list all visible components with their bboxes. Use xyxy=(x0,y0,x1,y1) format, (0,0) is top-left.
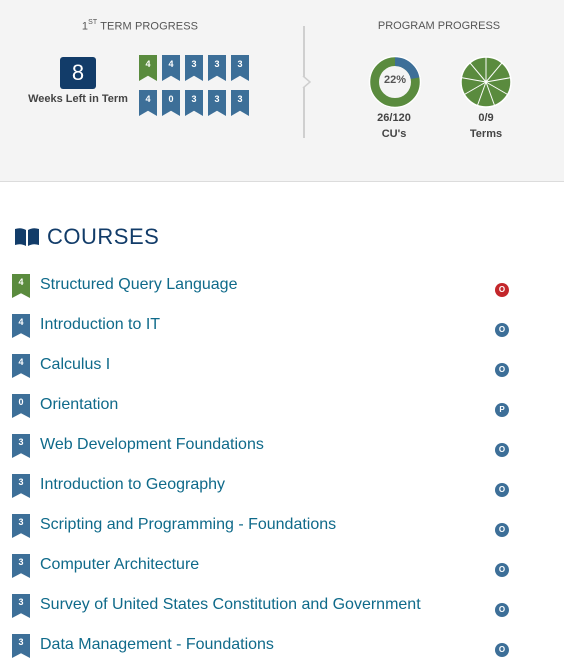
course-row[interactable]: 3 Scripting and Programming - Foundations… xyxy=(0,514,564,554)
course-cu-flag: 4 xyxy=(12,274,30,298)
course-link[interactable]: Calculus I xyxy=(40,356,110,374)
course-link[interactable]: Introduction to IT xyxy=(40,316,160,334)
course-cu-flag: 3 xyxy=(12,434,30,458)
term-course-flag: 4 xyxy=(139,90,157,116)
courses-header: COURSES xyxy=(14,222,159,252)
progress-panel: 1ST TERM PROGRESS 8 Weeks Left in Term 4… xyxy=(0,0,564,182)
divider-chevron-icon xyxy=(302,76,312,88)
weeks-left-label: Weeks Left in Term xyxy=(28,93,128,105)
course-status-badge: O xyxy=(495,643,509,657)
term-course-flag: 3 xyxy=(208,55,226,81)
term-progress-title: 1ST TERM PROGRESS xyxy=(81,19,199,33)
term-course-flag: 3 xyxy=(185,55,203,81)
course-row[interactable]: 3 Web Development Foundations O xyxy=(0,434,564,474)
course-status-badge: O xyxy=(495,563,509,577)
cu-progress-value: 26/120 xyxy=(377,112,411,124)
course-status-badge: O xyxy=(495,523,509,537)
course-row[interactable]: 4 Structured Query Language O xyxy=(0,274,564,314)
course-status-badge: P xyxy=(495,403,509,417)
course-cu-flag: 4 xyxy=(12,354,30,378)
program-progress-title: PROGRAM PROGRESS xyxy=(377,20,501,32)
course-cu-flag: 3 xyxy=(12,594,30,618)
course-link[interactable]: Scripting and Programming - Foundations xyxy=(40,516,336,534)
course-status-badge: O xyxy=(495,363,509,377)
course-cu-flag: 3 xyxy=(12,634,30,658)
weeks-left-count: 8 xyxy=(60,57,96,89)
course-cu-flag: 4 xyxy=(12,314,30,338)
term-course-flag: 3 xyxy=(231,55,249,81)
term-course-flag: 3 xyxy=(231,90,249,116)
cu-progress-label: CU's xyxy=(381,128,407,140)
term-course-flag: 4 xyxy=(162,55,180,81)
course-cu-flag: 3 xyxy=(12,514,30,538)
course-status-badge: O xyxy=(495,443,509,457)
course-link[interactable]: Survey of United States Constitution and… xyxy=(40,596,421,614)
course-link[interactable]: Web Development Foundations xyxy=(40,436,264,454)
course-row[interactable]: 0 Orientation P xyxy=(0,394,564,434)
terms-progress-value: 0/9 xyxy=(478,112,494,124)
book-icon xyxy=(15,228,39,246)
course-link[interactable]: Introduction to Geography xyxy=(40,476,225,494)
course-cu-flag: 3 xyxy=(12,474,30,498)
cu-progress-percent: 22% xyxy=(383,74,407,86)
term-course-flag: 3 xyxy=(185,90,203,116)
course-cu-flag: 3 xyxy=(12,554,30,578)
course-status-badge: O xyxy=(495,483,509,497)
courses-title: COURSES xyxy=(47,224,160,249)
course-row[interactable]: 3 Computer Architecture O xyxy=(0,554,564,594)
course-link[interactable]: Structured Query Language xyxy=(40,276,237,294)
term-course-flag: 0 xyxy=(162,90,180,116)
course-link[interactable]: Data Management - Foundations xyxy=(40,636,274,654)
course-row[interactable]: 4 Calculus I O xyxy=(0,354,564,394)
course-status-badge: O xyxy=(495,323,509,337)
course-row[interactable]: 3 Introduction to Geography O xyxy=(0,474,564,514)
terms-progress-pie xyxy=(460,56,512,108)
course-row[interactable]: 3 Data Management - Foundations O xyxy=(0,634,564,668)
course-status-badge: O xyxy=(495,283,509,297)
course-link[interactable]: Orientation xyxy=(40,396,118,414)
course-row[interactable]: 3 Survey of United States Constitution an… xyxy=(0,594,564,634)
term-course-flag: 3 xyxy=(208,90,226,116)
course-row[interactable]: 4 Introduction to IT O xyxy=(0,314,564,354)
course-status-badge: O xyxy=(495,603,509,617)
term-course-flag: 4 xyxy=(139,55,157,81)
terms-progress-label: Terms xyxy=(469,128,503,140)
course-cu-flag: 0 xyxy=(12,394,30,418)
course-link[interactable]: Computer Architecture xyxy=(40,556,199,574)
